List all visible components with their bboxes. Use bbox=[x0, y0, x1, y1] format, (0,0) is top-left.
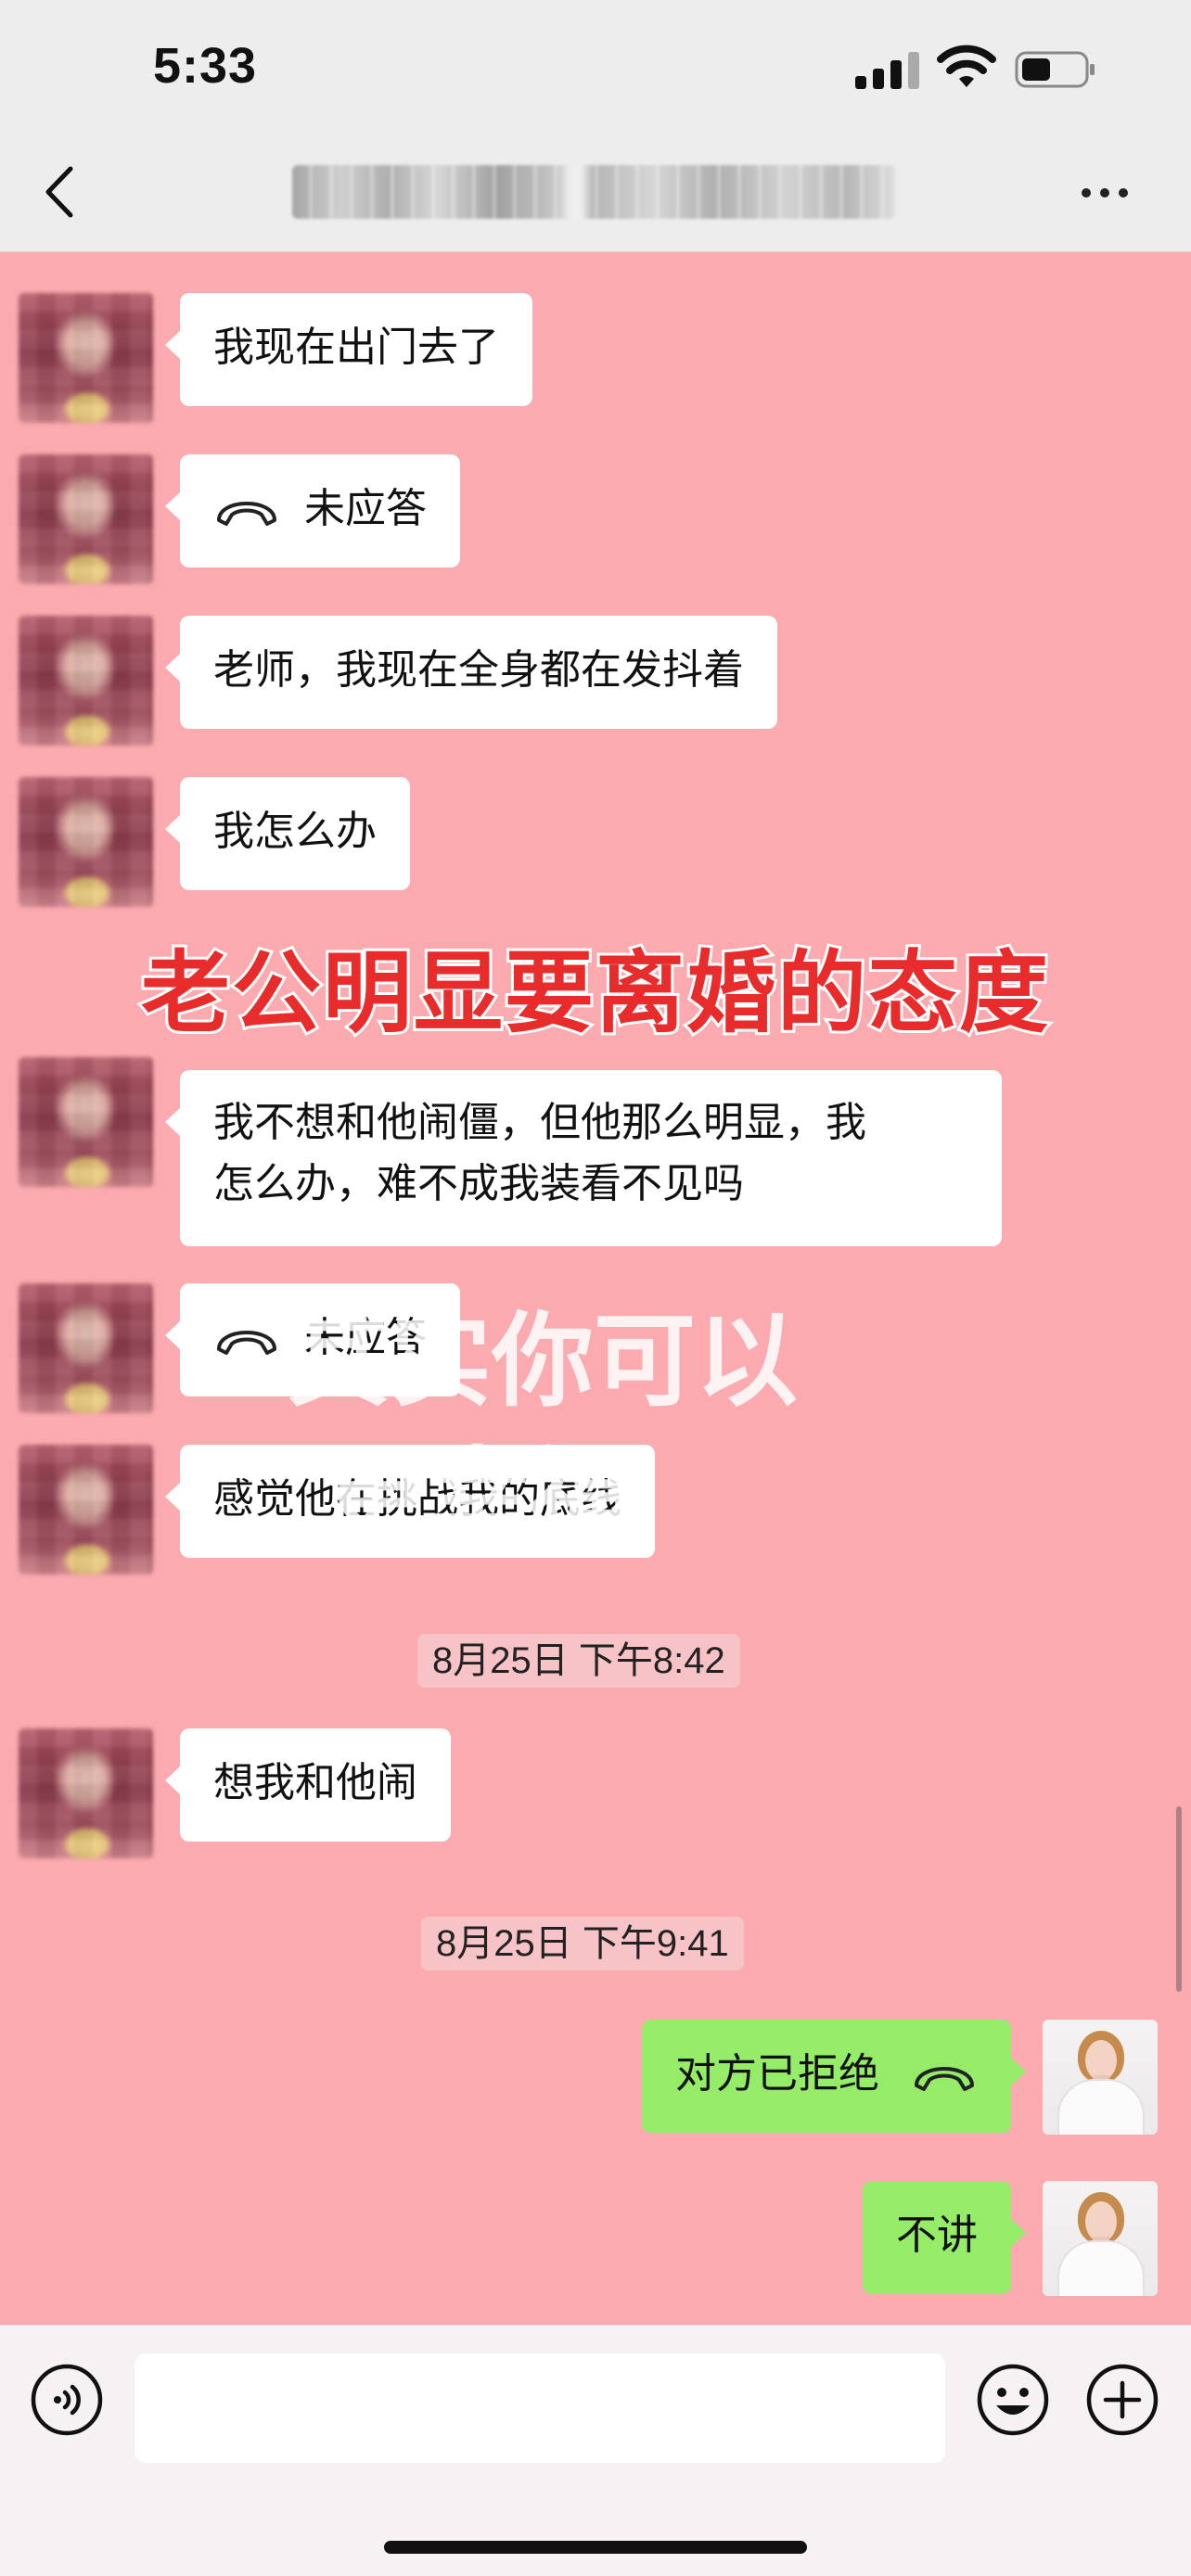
headline-overlay: 老公明显要离婚的态度 bbox=[138, 938, 1051, 1048]
avatar[interactable] bbox=[19, 777, 153, 907]
voice-icon[interactable] bbox=[30, 2363, 104, 2437]
scrollbar[interactable] bbox=[1176, 1806, 1182, 1992]
message-text: 未应答 bbox=[304, 485, 427, 532]
phone-hangup-icon bbox=[915, 2067, 974, 2091]
message-text: 老师，我现在全身都在发抖着 bbox=[213, 646, 744, 694]
watermark-line: 其实你可以 bbox=[288, 1301, 798, 1421]
phone-hangup-icon bbox=[217, 502, 276, 526]
chat-area[interactable]: 我现在出门去了 未应答 老师，我现在全身都在发抖着 我怎么办 我不想和他闹僵，但… bbox=[0, 252, 1191, 2325]
plus-icon[interactable] bbox=[1085, 2363, 1159, 2437]
signal-icon bbox=[855, 48, 920, 89]
message-input[interactable] bbox=[134, 2353, 945, 2463]
message-text: 对方已拒绝 bbox=[675, 2050, 879, 2098]
home-indicator[interactable] bbox=[384, 2541, 807, 2554]
avatar[interactable] bbox=[19, 1283, 153, 1413]
message-text-line: 我不想和他闹僵，但他那么明显，我 bbox=[213, 1099, 866, 1146]
more-dots-icon[interactable] bbox=[1082, 174, 1146, 211]
watermark-line: 更幸福 bbox=[325, 1435, 631, 1555]
message-bubble[interactable]: 老师，我现在全身都在发抖着 bbox=[165, 616, 777, 729]
call-bubble[interactable]: 对方已拒绝 bbox=[642, 2020, 1026, 2133]
my-avatar[interactable] bbox=[1043, 2020, 1158, 2135]
avatar[interactable] bbox=[19, 1057, 153, 1187]
wifi-icon bbox=[937, 45, 996, 87]
message-bubble[interactable]: 我不想和他闹僵，但他那么明显，我 怎么办，难不成我装看不见吗 bbox=[165, 1070, 1002, 1246]
message-text: 我现在出门去了 bbox=[213, 324, 499, 371]
message-text: 不讲 bbox=[896, 2212, 978, 2259]
message-bubble[interactable]: 我现在出门去了 bbox=[165, 293, 532, 406]
my-avatar[interactable] bbox=[1043, 2181, 1158, 2296]
timestamp: 8月25日 下午9:41 bbox=[421, 1917, 744, 1970]
avatar[interactable] bbox=[19, 293, 153, 423]
emoji-icon[interactable] bbox=[976, 2363, 1050, 2437]
avatar[interactable] bbox=[19, 1728, 153, 1858]
input-bar bbox=[0, 2325, 1191, 2576]
call-bubble[interactable]: 未应答 bbox=[165, 454, 460, 567]
message-text-line: 怎么办，难不成我装看不见吗 bbox=[213, 1160, 744, 1207]
nav-bar bbox=[0, 139, 1191, 252]
phone-hangup-icon bbox=[217, 1331, 276, 1355]
avatar[interactable] bbox=[19, 1445, 153, 1575]
message-bubble[interactable]: 我怎么办 bbox=[165, 777, 410, 890]
battery-icon bbox=[1015, 51, 1095, 88]
message-text: 我怎么办 bbox=[213, 808, 377, 855]
avatar[interactable] bbox=[19, 616, 153, 746]
avatar[interactable] bbox=[19, 454, 153, 584]
message-text: 想我和他闹 bbox=[213, 1759, 417, 1806]
status-time: 5:33 bbox=[153, 38, 258, 94]
chevron-left-icon[interactable] bbox=[37, 159, 83, 224]
message-bubble[interactable]: 想我和他闹 bbox=[165, 1728, 451, 1842]
timestamp: 8月25日 下午8:42 bbox=[417, 1634, 740, 1688]
chat-title-blurred bbox=[292, 165, 895, 219]
message-bubble[interactable]: 不讲 bbox=[863, 2181, 1026, 2294]
status-bar: 5:33 bbox=[0, 0, 1191, 139]
watermark-text: 其实你可以 更幸福 bbox=[288, 1294, 937, 1562]
